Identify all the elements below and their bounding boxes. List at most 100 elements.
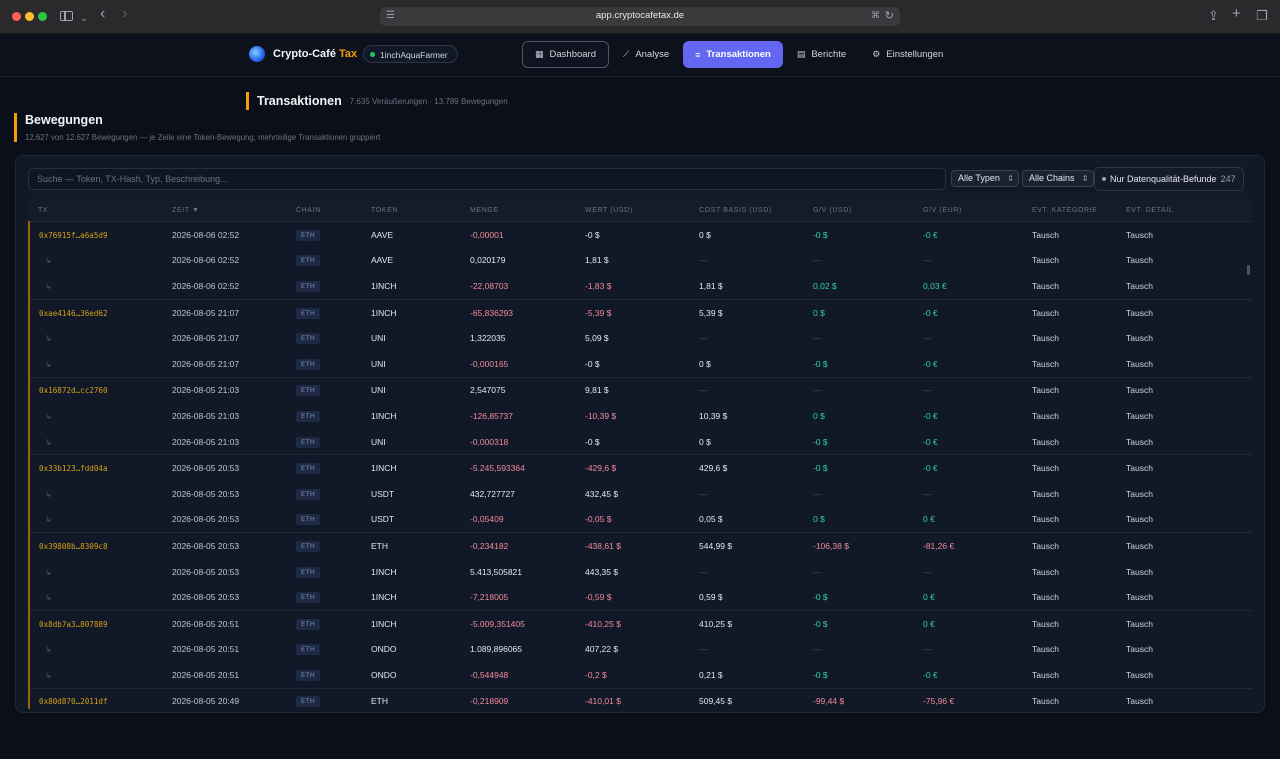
chain-cell: ETH [287, 351, 362, 377]
detail-cell: Tausch [1126, 514, 1153, 525]
value-cell: -410,01 $ [585, 696, 621, 707]
value-cell-wrap: -5,39 $ [576, 298, 690, 326]
col-amount-header: MENGE [461, 199, 576, 222]
zoom-window-button[interactable] [38, 12, 47, 21]
token-cell: UNI [371, 358, 386, 369]
tx-hash[interactable]: 0x16872d…cc2760 [39, 386, 108, 395]
category-cell: Tausch [1032, 280, 1059, 291]
table-row[interactable]: ↳ 2026-08-06 02:52 ETH 1INCH -22,08703 -1,83 … [28, 273, 1252, 300]
category-cell-wrap: Tausch [1023, 222, 1117, 248]
gv-eur-cell: — [923, 488, 932, 499]
nav-einstellungen[interactable]: ⚙ Einstellungen [860, 41, 955, 68]
gv-usd-cell: -106,38 $ [813, 540, 849, 551]
value-cell-wrap: 1,81 $ [576, 248, 690, 274]
value-cell: -0 $ [585, 358, 600, 369]
forward-arrow-icon[interactable]: › [122, 6, 127, 22]
table-row[interactable]: ↳ 2026-08-06 02:52 ETH AAVE 0,020179 1,81 $ — —… [28, 247, 1252, 274]
category-cell: Tausch [1032, 436, 1059, 447]
cost-basis-cell-wrap: 10,39 $ [690, 403, 804, 429]
data-quality-toggle[interactable]: Nur Datenqualität-Befunde 247 [1094, 167, 1244, 191]
table-row[interactable]: 0x33b123…fdd04a 2026-08-05 20:53 ETH 1INCH -… [28, 454, 1252, 481]
table-row[interactable]: 0x80d870…2011df 2026-08-05 20:49 ETH ETH -0,… [28, 687, 1252, 709]
chevron-down-icon[interactable]: ⌄ [80, 10, 88, 26]
time-cell-wrap: 2026-08-05 20:53 [163, 454, 287, 481]
tx-hash[interactable]: 0xae4146…36ed62 [39, 309, 108, 318]
address-bar[interactable]: ☰ app.cryptocafetax.de ⌘ ↻ [380, 7, 900, 26]
sidebar-toggle-icon[interactable] [60, 11, 73, 21]
share-icon[interactable]: ⇪ [1208, 8, 1219, 24]
table-row[interactable]: ↳ 2026-08-05 21:07 ETH UNI -0,000165 -0 $ 0 $ -… [28, 350, 1252, 378]
new-tab-icon[interactable]: + [1232, 6, 1241, 22]
reload-icon[interactable]: ↻ [885, 9, 894, 22]
tx-hash[interactable]: 0x76915f…a6a5d9 [39, 231, 108, 240]
back-arrow-icon[interactable]: ‹ [100, 6, 105, 22]
user-badge[interactable]: 1inchAquaFarmer [363, 45, 458, 63]
tx-hash-wrap: ↳ [28, 428, 163, 455]
gv-eur-cell: -0 € [923, 463, 938, 474]
detail-cell: Tausch [1126, 307, 1153, 318]
time-cell: 2026-08-05 21:03 [172, 436, 240, 447]
cost-basis-cell: 1,81 $ [699, 280, 723, 291]
table-row[interactable]: ↳ 2026-08-05 21:07 ETH UNI 1,322035 5,09 $ — — —… [28, 325, 1252, 351]
tx-hash[interactable]: 0x39808b…8309c8 [39, 542, 108, 551]
gv-usd-cell: — [813, 566, 822, 577]
minimize-window-button[interactable] [25, 12, 34, 21]
nav-transaktionen[interactable]: ≡ Transaktionen [683, 41, 783, 68]
tx-hash[interactable]: 0x80d870…2011df [39, 697, 108, 706]
table-row[interactable]: ↳ 2026-08-05 20:53 ETH 1INCH 5.413,505821 443… [28, 558, 1252, 585]
col-time-header[interactable]: ZEIT ▼ [163, 199, 287, 222]
gv-eur-cell: 0 € [923, 618, 935, 629]
table-row[interactable]: ↳ 2026-08-05 21:03 ETH UNI -0,000318 -0 $ 0 $ -… [28, 428, 1252, 455]
tx-hash[interactable]: 0x33b123…fdd04a [39, 464, 108, 473]
table-row[interactable]: 0x8db7a3…807889 2026-08-05 20:51 ETH 1INCH -… [28, 609, 1252, 637]
page-subtitle: 7.635 Veräußerungen · 13.789 Bewegungen [349, 96, 508, 106]
token-cell: 1INCH [371, 592, 397, 603]
detail-cell: Tausch [1126, 410, 1153, 421]
brand[interactable]: Crypto-Café Tax [249, 46, 357, 62]
chain-badge: ETH [296, 280, 321, 292]
value-cell-wrap: 407,22 $ [576, 637, 690, 663]
table-row[interactable]: ↳ 2026-08-05 20:51 ETH ONDO -0,544948 -0,2 $ 0… [28, 662, 1252, 689]
chain-filter-select[interactable]: Alle Chains [1022, 170, 1094, 187]
table-row[interactable]: ↳ 2026-08-05 20:53 ETH USDT 432,727727 432,45… [28, 480, 1252, 507]
translate-icon[interactable]: ⌘ [871, 10, 880, 21]
col-gv-usd-header: G/V (USD) [804, 199, 914, 222]
table-row[interactable]: ↳ 2026-08-05 20:53 ETH USDT -0,05409 -0,05 $ 0… [28, 506, 1252, 533]
token-cell-wrap: 1INCH [362, 584, 461, 610]
cost-basis-cell: 0 $ [699, 358, 711, 369]
type-filter-select[interactable]: Alle Typen [951, 170, 1019, 187]
gv-eur-cell-wrap: 0 € [914, 609, 1023, 637]
grid-icon: ▦ [535, 49, 544, 59]
close-window-button[interactable] [12, 12, 21, 21]
gv-usd-cell-wrap: -99,44 $ [804, 687, 914, 709]
table-row[interactable]: ↳ 2026-08-05 20:51 ETH ONDO 1.089,896065 407,… [28, 636, 1252, 663]
amount-cell-wrap: -65,836293 [461, 298, 576, 326]
detail-cell-wrap: Tausch [1117, 376, 1252, 404]
gv-eur-cell: — [923, 385, 932, 396]
tx-hash[interactable]: 0x8db7a3…807889 [39, 620, 108, 629]
table-row[interactable]: 0x39808b…8309c8 2026-08-05 20:53 ETH ETH -0,… [28, 532, 1252, 559]
cost-basis-cell-wrap: — [690, 248, 804, 274]
table-row[interactable]: 0xae4146…36ed62 2026-08-05 21:07 ETH 1INCH -… [28, 298, 1252, 326]
col-gv-eur-header: G/V (EUR) [914, 199, 1023, 222]
search-input[interactable] [28, 168, 946, 190]
category-cell-wrap: Tausch [1023, 559, 1117, 585]
cost-basis-cell-wrap: 0,21 $ [690, 662, 804, 688]
gv-usd-cell: -0 $ [813, 463, 828, 474]
table-row[interactable]: 0x16872d…cc2760 2026-08-05 21:03 ETH UNI 2,5… [28, 376, 1252, 404]
nav-dashboard[interactable]: ▦ Dashboard [522, 41, 609, 68]
gv-usd-cell: -0 $ [813, 436, 828, 447]
nav-analyse[interactable]: ⟋ Analyse [611, 41, 681, 68]
nav-berichte[interactable]: ▤ Berichte [785, 41, 858, 68]
gv-eur-cell: 0 € [923, 592, 935, 603]
table-row[interactable]: ↳ 2026-08-05 20:53 ETH 1INCH -7,218005 -0,59 … [28, 584, 1252, 611]
table-scrollbar[interactable] [1247, 265, 1250, 275]
detail-cell-wrap: Tausch [1117, 532, 1252, 559]
table-row[interactable]: ↳ 2026-08-05 21:03 ETH 1INCH -126,85737 -10,3… [28, 403, 1252, 429]
time-cell-wrap: 2026-08-05 21:07 [163, 351, 287, 377]
tab-overview-icon[interactable]: ❐ [1256, 8, 1268, 24]
table-row[interactable]: 0x76915f…a6a5d9 2026-08-06 02:52 ETH AAVE -0… [28, 221, 1252, 248]
value-cell-wrap: -0,59 $ [576, 584, 690, 610]
chart-icon: ⟋ [623, 49, 630, 59]
category-cell-wrap: Tausch [1023, 454, 1117, 481]
